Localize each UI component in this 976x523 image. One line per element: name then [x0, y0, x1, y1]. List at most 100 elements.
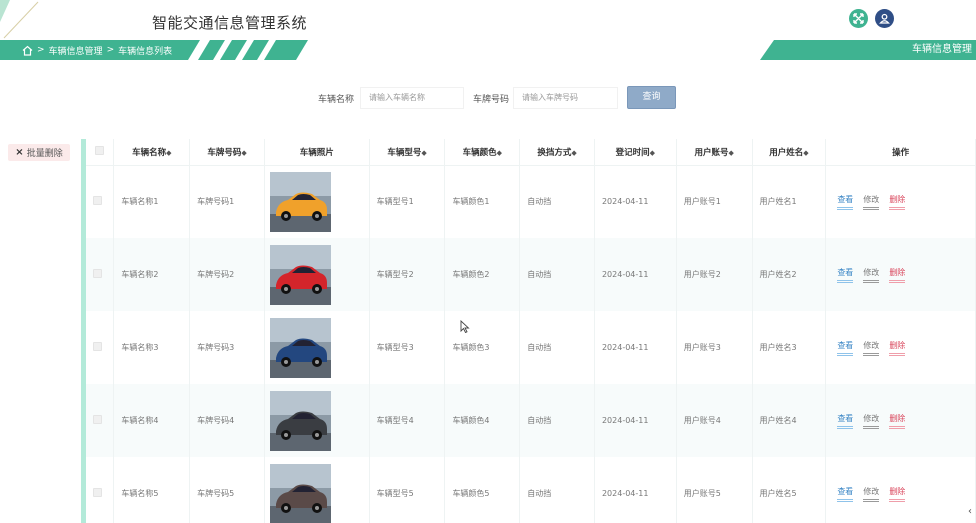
cell-plate: 车牌号码5: [189, 457, 265, 523]
vehicle-photo[interactable]: [269, 317, 331, 378]
sort-icon[interactable]: ◆: [497, 149, 502, 157]
vehicle-photo[interactable]: [269, 171, 331, 232]
column-header-label: 车辆颜色: [462, 147, 497, 158]
column-header-label: 车辆型号: [387, 147, 422, 158]
vehicle-photo-cell: [264, 384, 370, 457]
cell-color: 车辆颜色1: [444, 165, 521, 238]
edit-button[interactable]: 修改: [863, 340, 880, 356]
delete-button[interactable]: 删除: [889, 194, 906, 210]
breadcrumb-item-vehicle-list: 车辆信息列表: [118, 46, 173, 57]
cell-gear: 自动挡: [519, 238, 595, 311]
row-checkbox[interactable]: [93, 196, 102, 206]
cell-account: 用户账号4: [676, 384, 753, 457]
view-button[interactable]: 查看: [837, 194, 854, 210]
vehicle-photo[interactable]: [269, 463, 331, 523]
edit-button[interactable]: 修改: [863, 486, 880, 502]
column-header[interactable]: 车辆颜色◆: [444, 139, 521, 166]
vehicle-photo[interactable]: [269, 390, 331, 451]
column-header-label: 用户账号: [694, 147, 729, 158]
right-banner-title: 车辆信息管理: [912, 44, 972, 55]
sort-icon[interactable]: ◆: [166, 149, 171, 157]
home-icon[interactable]: [22, 45, 33, 56]
collapse-arrow-icon[interactable]: ‹: [968, 506, 972, 517]
row-select-cell: [86, 165, 115, 238]
search-button[interactable]: 查询: [627, 86, 676, 109]
row-actions: 查看 修改 删除: [825, 457, 976, 523]
close-icon: ×: [15, 147, 24, 158]
edit-button[interactable]: 修改: [863, 267, 880, 283]
view-button[interactable]: 查看: [837, 486, 854, 502]
sort-icon[interactable]: ◆: [650, 149, 655, 157]
sort-icon[interactable]: ◆: [728, 149, 733, 157]
cell-user: 用户姓名1: [752, 165, 827, 238]
cell-name: 车辆名称4: [113, 384, 191, 457]
table-row: 车辆名称4 车牌号码4 车辆型号4 车辆颜色4 自动挡 2024-04-11 用户账号4 用户…: [86, 384, 976, 457]
row-actions: 查看 修改 删除: [825, 238, 976, 311]
breadcrumb-item-vehicle-management[interactable]: 车辆信息管理: [49, 44, 103, 57]
cell-model: 车辆型号2: [369, 238, 446, 311]
column-header-label: 换挡方式: [537, 147, 572, 158]
table-header-row: 车辆名称◆ 车牌号码◆ 车辆照片 车辆型号◆ 车辆颜色◆ 换挡方式◆ 登记时间◆ 用户账号◆ 用…: [86, 139, 976, 166]
column-header[interactable]: 用户姓名◆: [752, 139, 827, 166]
column-header[interactable]: 车牌号码◆: [189, 139, 265, 166]
view-button[interactable]: 查看: [837, 340, 854, 356]
cell-date: 2024-04-11: [594, 311, 677, 384]
sort-icon[interactable]: ◆: [421, 149, 426, 157]
row-checkbox[interactable]: [93, 342, 102, 351]
column-header[interactable]: 登记时间◆: [594, 139, 677, 166]
column-header[interactable]: 车辆名称◆: [113, 139, 191, 166]
vehicle-photo-cell: [264, 311, 370, 384]
fullscreen-icon[interactable]: [849, 9, 868, 28]
cell-account: 用户账号5: [676, 457, 753, 523]
plate-number-input[interactable]: 请输入车牌号码: [513, 87, 618, 109]
column-header[interactable]: 车辆型号◆: [369, 139, 446, 166]
sort-icon[interactable]: ◆: [571, 149, 576, 157]
table-row: 车辆名称2 车牌号码2 车辆型号2 车辆颜色2 自动挡 2024-04-11 用户账号2 用户…: [86, 238, 976, 311]
vehicle-table: 车辆名称◆ 车牌号码◆ 车辆照片 车辆型号◆ 车辆颜色◆ 换挡方式◆ 登记时间◆ 用户账号◆ 用…: [86, 139, 976, 523]
user-icon[interactable]: [875, 9, 894, 28]
column-header: 操作: [825, 139, 976, 166]
cell-user: 用户姓名5: [752, 457, 827, 523]
edit-button[interactable]: 修改: [863, 413, 880, 429]
cell-user: 用户姓名4: [752, 384, 827, 457]
column-header[interactable]: 用户账号◆: [676, 139, 753, 166]
select-all-cell: [86, 139, 115, 166]
cell-model: 车辆型号3: [369, 311, 446, 384]
cell-plate: 车牌号码1: [189, 165, 265, 238]
cell-model: 车辆型号1: [369, 165, 446, 238]
batch-delete-button[interactable]: × 批量删除: [8, 144, 70, 161]
edit-button[interactable]: 修改: [863, 194, 880, 210]
table-row: 车辆名称3 车牌号码3 车辆型号3 车辆颜色3 自动挡 2024-04-11 用户账号3 用户…: [86, 311, 976, 384]
vehicle-name-label: 车辆名称: [318, 95, 355, 105]
cell-plate: 车牌号码4: [189, 384, 265, 457]
cell-plate: 车牌号码3: [189, 311, 265, 384]
row-actions: 查看 修改 删除: [825, 311, 976, 384]
table-row: 车辆名称1 车牌号码1 车辆型号1 车辆颜色1 自动挡 2024-04-11 用户账号1 用户…: [86, 165, 976, 238]
cell-gear: 自动挡: [519, 384, 595, 457]
view-button[interactable]: 查看: [837, 413, 854, 429]
sort-icon[interactable]: ◆: [241, 149, 246, 157]
cell-account: 用户账号3: [676, 311, 753, 384]
cell-user: 用户姓名2: [752, 238, 827, 311]
cell-name: 车辆名称3: [113, 311, 191, 384]
row-actions: 查看 修改 删除: [825, 384, 976, 457]
delete-button[interactable]: 删除: [889, 413, 906, 429]
row-checkbox[interactable]: [93, 488, 102, 497]
breadcrumb-separator: >: [37, 45, 45, 55]
row-checkbox[interactable]: [93, 269, 102, 278]
view-button[interactable]: 查看: [837, 267, 854, 283]
row-checkbox[interactable]: [93, 415, 102, 424]
vehicle-name-input[interactable]: 请输入车辆名称: [360, 87, 464, 109]
row-select-cell: [86, 238, 115, 311]
delete-button[interactable]: 删除: [889, 340, 906, 356]
sort-icon[interactable]: ◆: [803, 149, 808, 157]
cell-plate: 车牌号码2: [189, 238, 265, 311]
column-header[interactable]: 换挡方式◆: [519, 139, 595, 166]
delete-button[interactable]: 删除: [889, 267, 906, 283]
vehicle-photo[interactable]: [269, 244, 331, 305]
delete-button[interactable]: 删除: [889, 486, 906, 502]
cell-user: 用户姓名3: [752, 311, 827, 384]
vehicle-photo-cell: [264, 457, 370, 523]
corner-decoration: [0, 0, 39, 39]
select-all-checkbox[interactable]: [95, 145, 105, 155]
